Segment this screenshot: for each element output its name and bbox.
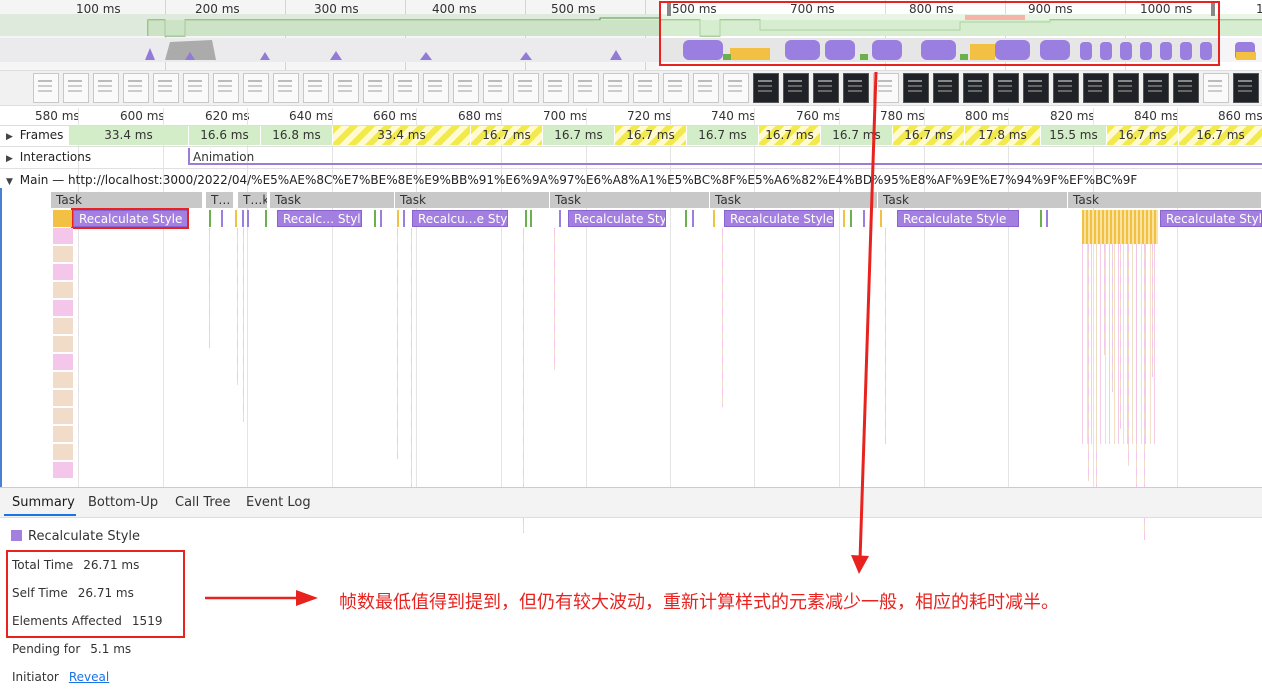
annotation-text: 帧数最低值得到提到，但仍有较大波动，重新计算样式的元素减少一般，相应的耗时减半。 (339, 592, 1059, 613)
